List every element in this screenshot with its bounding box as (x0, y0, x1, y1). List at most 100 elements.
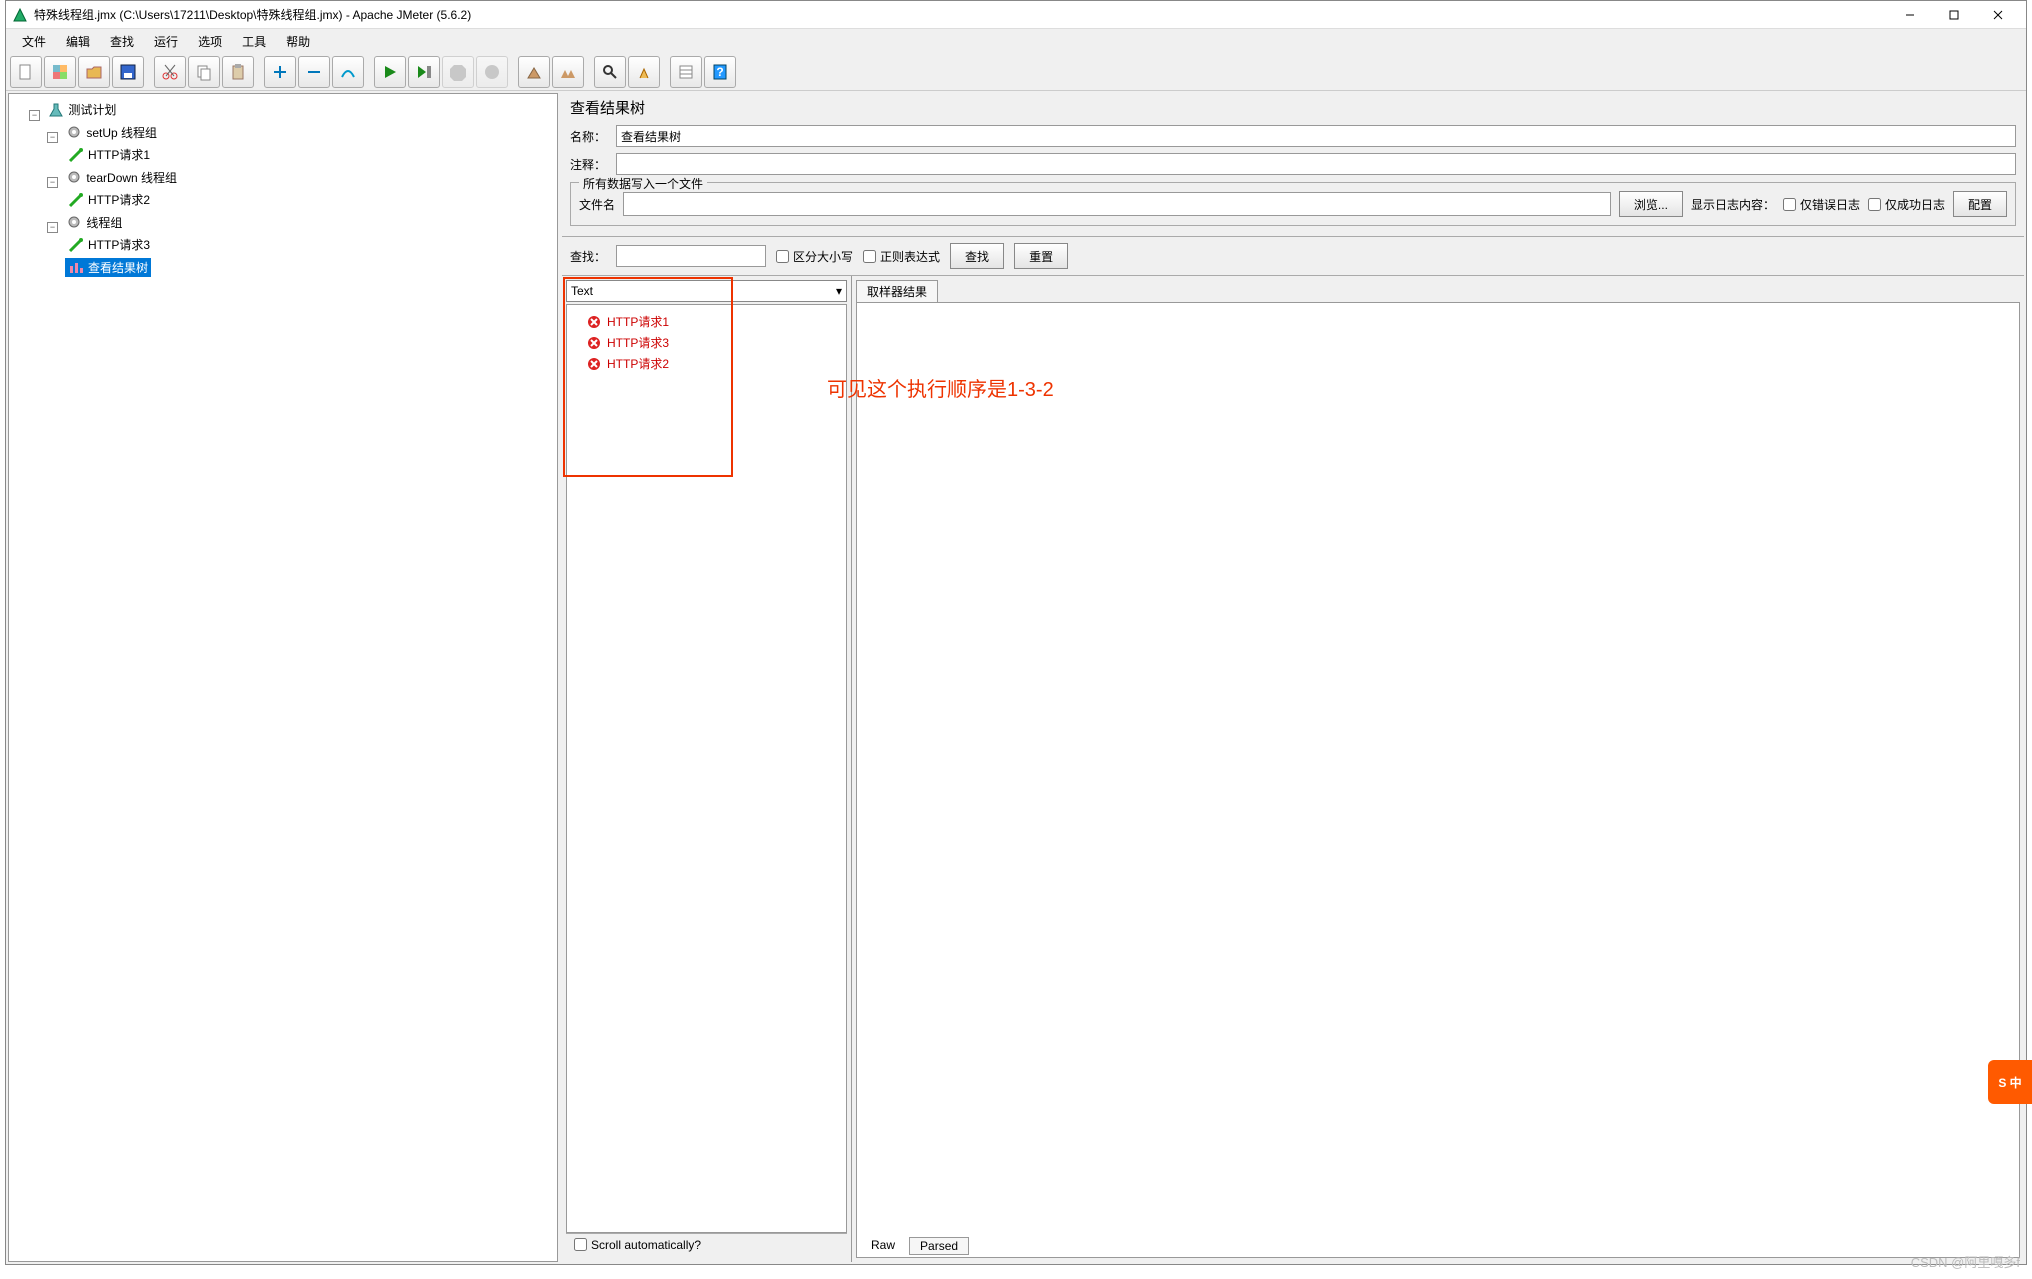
watermark: CSDN @阿里嘎多f (1911, 1252, 2020, 1271)
tree-expander[interactable]: − (47, 177, 58, 188)
toggle-button[interactable] (332, 56, 364, 88)
panel-title: 查看结果树 (562, 93, 2024, 122)
svg-text:?: ? (716, 65, 723, 79)
editor-pane: 查看结果树 名称： 注释： 所有数据写入一个文件 文件名 浏览... 显示日志内… (562, 93, 2024, 1262)
tree-expander[interactable]: − (29, 110, 40, 121)
name-field[interactable] (616, 125, 2016, 147)
result-detail-body: 可见这个执行顺序是1-3-2 Raw Parsed (856, 302, 2020, 1258)
menu-options[interactable]: 选项 (188, 31, 232, 52)
app-icon (12, 7, 28, 23)
success-only-option[interactable]: 仅成功日志 (1868, 196, 1945, 213)
errors-only-checkbox[interactable] (1783, 198, 1796, 211)
search-tree-button[interactable] (594, 56, 626, 88)
ime-indicator[interactable]: S 中 (1988, 1060, 2032, 1104)
tree-label: tearDown 线程组 (86, 169, 177, 186)
raw-tab[interactable]: Raw (861, 1237, 905, 1255)
copy-button[interactable] (188, 56, 220, 88)
sampler-icon (68, 192, 84, 208)
app-window: 特殊线程组.jmx (C:\Users\17211\Desktop\特殊线程组.… (5, 0, 2027, 1265)
clear-all-button[interactable] (552, 56, 584, 88)
tree-label: 查看结果树 (88, 259, 148, 276)
annotation-text: 可见这个执行顺序是1-3-2 (827, 373, 1054, 402)
shutdown-button[interactable] (476, 56, 508, 88)
menu-run[interactable]: 运行 (144, 31, 188, 52)
menu-edit[interactable]: 编辑 (56, 31, 100, 52)
configure-button[interactable]: 配置 (1953, 191, 2007, 217)
save-button[interactable] (112, 56, 144, 88)
name-label: 名称： (570, 128, 610, 145)
gear-icon (66, 214, 82, 230)
reset-button[interactable]: 重置 (1014, 243, 1068, 269)
parsed-tab[interactable]: Parsed (909, 1237, 969, 1255)
case-checkbox[interactable] (776, 250, 789, 263)
tree-expander[interactable]: − (47, 222, 58, 233)
tree-sampler[interactable]: HTTP请求2 (65, 190, 153, 209)
tree-label: 线程组 (86, 214, 122, 231)
titlebar: 特殊线程组.jmx (C:\Users\17211\Desktop\特殊线程组.… (6, 1, 2026, 29)
tree-root[interactable]: 测试计划 (45, 100, 119, 119)
test-plan-tree[interactable]: − 测试计划 − setUp 线程组 (8, 93, 558, 1262)
clear-button[interactable] (518, 56, 550, 88)
tree-label: 测试计划 (68, 101, 116, 118)
fieldset-legend: 所有数据写入一个文件 (579, 175, 707, 192)
sampler-icon (68, 237, 84, 253)
run-no-pause-button[interactable] (408, 56, 440, 88)
reset-search-button[interactable] (628, 56, 660, 88)
case-option[interactable]: 区分大小写 (776, 248, 853, 265)
menu-tools[interactable]: 工具 (232, 31, 276, 52)
stop-button[interactable] (442, 56, 474, 88)
menu-search[interactable]: 查找 (100, 31, 144, 52)
filename-field[interactable] (623, 192, 1611, 216)
toolbar: ? (6, 53, 2026, 91)
function-helper-button[interactable] (670, 56, 702, 88)
tree-setup-group[interactable]: setUp 线程组 (63, 123, 160, 142)
result-detail-pane: 取样器结果 可见这个执行顺序是1-3-2 Raw Parsed (852, 276, 2024, 1262)
sample-results-tree[interactable]: HTTP请求1 HTTP请求3 HTTP请求2 (566, 304, 847, 1233)
help-button[interactable]: ? (704, 56, 736, 88)
expand-button[interactable] (264, 56, 296, 88)
errors-only-option[interactable]: 仅错误日志 (1783, 196, 1860, 213)
scroll-auto-checkbox[interactable] (574, 1238, 587, 1251)
results-tree-pane: Text ▾ HTTP请求1 HTTP请求3 (562, 276, 852, 1262)
sampler-result-tab[interactable]: 取样器结果 (856, 280, 938, 302)
flask-icon (48, 102, 64, 118)
tree-teardown-group[interactable]: tearDown 线程组 (63, 168, 180, 187)
chevron-down-icon: ▾ (836, 284, 842, 298)
maximize-button[interactable] (1932, 1, 1976, 29)
filename-label: 文件名 (579, 196, 615, 213)
file-output-fieldset: 所有数据写入一个文件 文件名 浏览... 显示日志内容： 仅错误日志 仅成功日志… (570, 182, 2016, 226)
browse-button[interactable]: 浏览... (1619, 191, 1683, 217)
window-title: 特殊线程组.jmx (C:\Users\17211\Desktop\特殊线程组.… (34, 6, 1888, 23)
results-icon (68, 259, 84, 275)
paste-button[interactable] (222, 56, 254, 88)
annotation-box (563, 277, 733, 477)
run-button[interactable] (374, 56, 406, 88)
tree-expander[interactable]: − (47, 132, 58, 143)
search-label: 查找： (570, 248, 606, 265)
find-button[interactable]: 查找 (950, 243, 1004, 269)
collapse-button[interactable] (298, 56, 330, 88)
gear-icon (66, 124, 82, 140)
new-button[interactable] (10, 56, 42, 88)
scroll-auto-option[interactable]: Scroll automatically? (574, 1238, 701, 1252)
search-input[interactable] (616, 245, 766, 267)
comment-label: 注释： (570, 156, 610, 173)
cut-button[interactable] (154, 56, 186, 88)
menu-file[interactable]: 文件 (12, 31, 56, 52)
success-only-checkbox[interactable] (1868, 198, 1881, 211)
tree-sampler[interactable]: HTTP请求3 (65, 235, 153, 254)
tree-sampler[interactable]: HTTP请求1 (65, 145, 153, 164)
log-label: 显示日志内容： (1691, 196, 1775, 213)
tree-thread-group[interactable]: 线程组 (63, 213, 125, 232)
tree-results-tree[interactable]: 查看结果树 (65, 258, 151, 277)
menu-help[interactable]: 帮助 (276, 31, 320, 52)
comment-field[interactable] (616, 153, 2016, 175)
regex-option[interactable]: 正则表达式 (863, 248, 940, 265)
tree-label: HTTP请求2 (88, 191, 150, 208)
open-button[interactable] (78, 56, 110, 88)
close-button[interactable] (1976, 1, 2020, 29)
templates-button[interactable] (44, 56, 76, 88)
regex-checkbox[interactable] (863, 250, 876, 263)
minimize-button[interactable] (1888, 1, 1932, 29)
search-bar: 查找： 区分大小写 正则表达式 查找 重置 (562, 236, 2024, 276)
